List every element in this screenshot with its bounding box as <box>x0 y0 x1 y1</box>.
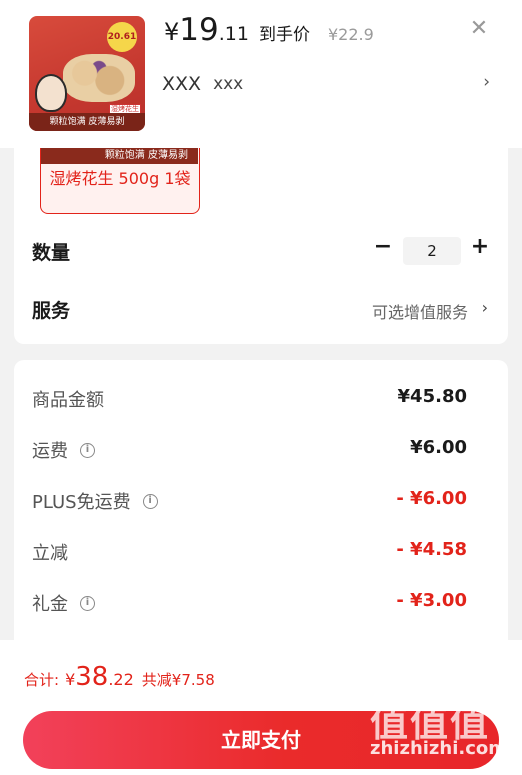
total-row: 合计: ¥ 38 .22 共减¥7.58 <box>24 662 215 692</box>
info-icon[interactable]: i <box>80 595 95 611</box>
total-label: 合计: <box>24 671 60 689</box>
fee-row-instant-discount: 立减 - ¥4.58 <box>14 537 508 567</box>
fee-row-gift-money: 礼金 i - ¥3.00 <box>14 588 508 618</box>
info-icon[interactable]: i <box>142 493 158 509</box>
original-price: ¥22.9 <box>327 25 374 44</box>
fee-value: - ¥6.00 <box>396 488 467 509</box>
quantity-plus-button[interactable]: + <box>469 236 491 260</box>
price-integer: 19 <box>179 12 219 48</box>
close-icon[interactable]: ✕ <box>468 18 490 40</box>
spec-main: XXX <box>162 73 202 95</box>
price-row: ¥ 19 .11 到手价 ¥22.9 <box>164 12 374 48</box>
final-price-label: 到手价 <box>258 25 310 45</box>
fee-label: 运费 <box>32 441 68 462</box>
thumbnail-band: 颗粒饱满 皮薄易剥 <box>29 113 145 131</box>
product-header: 20.61元 湿烤花生 500克 颗粒饱满 皮薄易剥 ¥ 19 .11 到手价 … <box>0 0 522 148</box>
service-label: 服务 <box>32 300 71 322</box>
fee-label: PLUS免运费 <box>32 492 131 513</box>
fee-value: ¥6.00 <box>410 437 467 458</box>
spec-selector[interactable]: XXX xxx › <box>162 72 492 96</box>
total-decimal: .22 <box>108 670 134 689</box>
fee-value: - ¥4.58 <box>396 539 467 560</box>
quantity-input[interactable]: 2 <box>403 237 461 265</box>
price-currency: ¥ <box>164 18 180 46</box>
fee-row-plus-free-shipping: PLUS免运费 i - ¥6.00 <box>14 486 508 516</box>
promo-price-tag: 20.61元 <box>107 22 137 72</box>
quantity-minus-button[interactable]: − <box>372 236 394 260</box>
total-currency: ¥ <box>65 670 76 689</box>
fee-row-shipping: 运费 i ¥6.00 <box>14 435 508 465</box>
price-decimal: .11 <box>218 23 249 45</box>
total-saved: 共减¥7.58 <box>141 671 215 689</box>
fee-value: - ¥3.00 <box>396 590 467 611</box>
total-integer: 38 <box>75 662 109 692</box>
watermark-url: zhizhizhi.com <box>370 738 508 759</box>
price-breakdown-card: 商品金额 ¥45.80 运费 i ¥6.00 PLUS免运费 i - ¥6.00 立… <box>14 360 508 650</box>
sku-option-label: 湿烤花生 500g 1袋 <box>49 169 191 188</box>
info-icon[interactable]: i <box>80 442 95 458</box>
mascot-illustration <box>35 74 67 112</box>
watermark-logo: 值值值 <box>370 701 491 745</box>
fee-label: 礼金 <box>32 594 68 615</box>
chevron-right-icon: › <box>483 72 490 92</box>
sku-image-strip: 颗粒饱满 皮薄易剥 <box>41 148 198 164</box>
peanut-illustration <box>63 54 135 102</box>
quantity-label: 数量 <box>32 242 71 264</box>
spec-sub: xxx <box>213 74 244 94</box>
product-thumbnail: 20.61元 湿烤花生 500克 颗粒饱满 皮薄易剥 <box>29 16 145 131</box>
fee-row-goods: 商品金额 ¥45.80 <box>14 384 508 414</box>
fee-value: ¥45.80 <box>397 386 467 407</box>
sku-option-selected[interactable]: 颗粒饱满 皮薄易剥 湿烤花生 500g 1袋 <box>40 148 200 214</box>
service-value[interactable]: 可选增值服务 <box>372 299 468 323</box>
options-card: 颗粒饱满 皮薄易剥 湿烤花生 500g 1袋 数量 − 2 + 服务 可选增值服… <box>14 148 508 344</box>
fee-label: 立减 <box>32 543 68 564</box>
chevron-right-icon[interactable]: › <box>482 298 488 317</box>
fee-label: 商品金额 <box>32 390 104 411</box>
